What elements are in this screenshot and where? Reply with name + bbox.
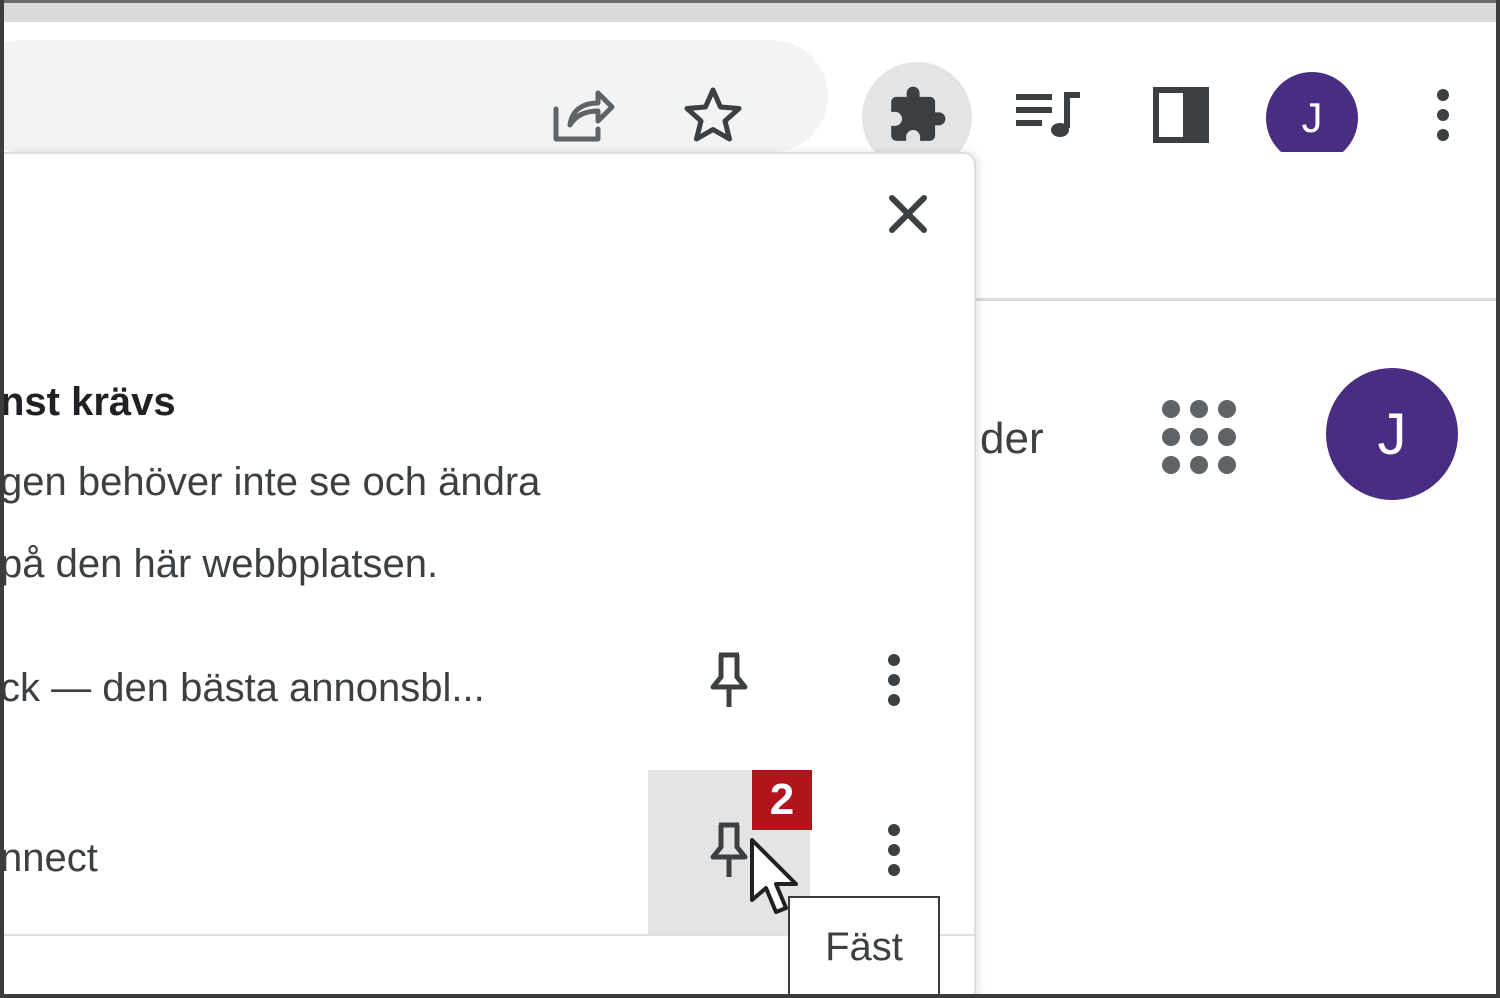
screenshot-frame (0, 0, 1500, 998)
